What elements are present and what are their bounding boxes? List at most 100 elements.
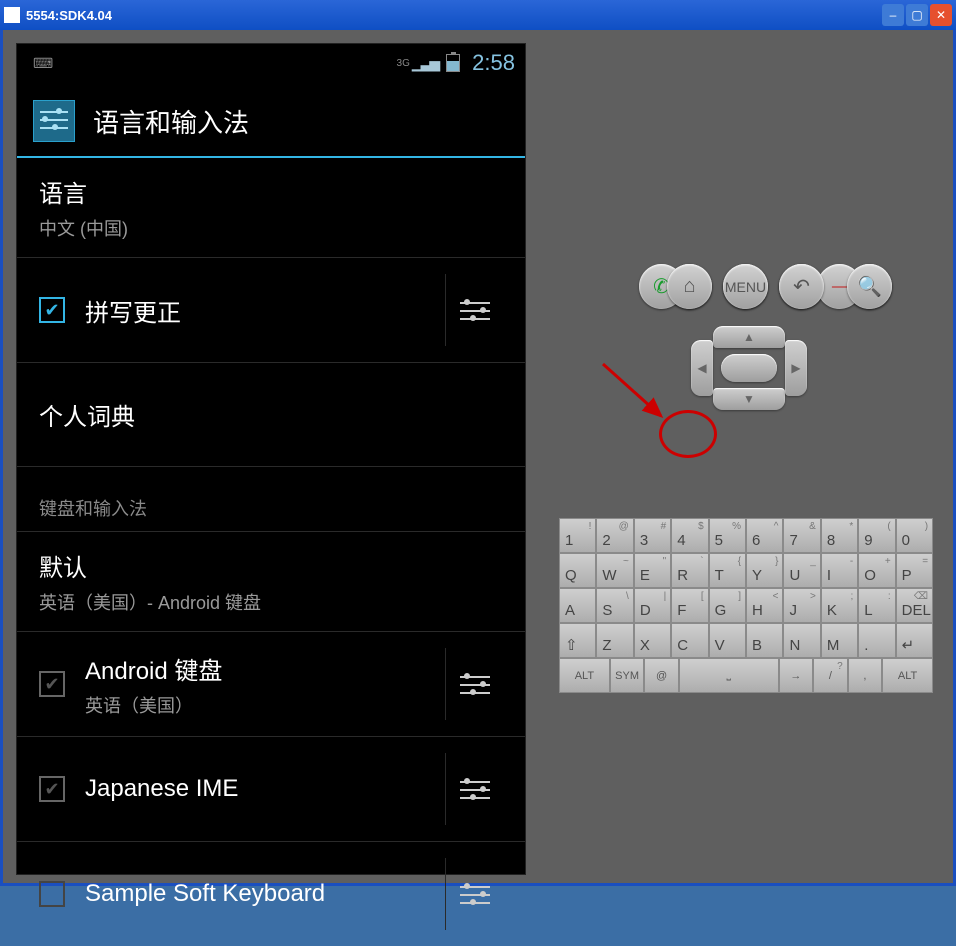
key-del[interactable]: DEL⌫ xyxy=(896,588,933,623)
home-button[interactable]: ⌂ xyxy=(667,264,712,309)
settings-list: 语言 中文 (中国) 拼写更正 个人词典 键盘和输入法 默认 英语（美国）- A… xyxy=(17,158,525,946)
settings-sliders-button[interactable] xyxy=(445,753,503,825)
checkbox-japanese-ime[interactable] xyxy=(39,776,65,802)
key-6[interactable]: 6^ xyxy=(746,518,783,553)
hardware-keyboard: 1!2@3#4$5%6^7&8*9(0) QW~E"R`T{Y}U_I-O+P=… xyxy=(559,518,933,693)
key-a[interactable]: A xyxy=(559,588,596,623)
key-2[interactable]: 2@ xyxy=(596,518,633,553)
key-m[interactable]: M xyxy=(821,623,858,658)
key-right-arrow[interactable]: → xyxy=(779,658,814,693)
dpad-down[interactable]: ▼ xyxy=(713,388,785,410)
row-personal-dict[interactable]: 个人词典 xyxy=(17,363,525,467)
key-↵[interactable]: ↵ xyxy=(896,623,933,658)
dpad-up[interactable]: ▲ xyxy=(713,326,785,348)
key-d[interactable]: D| xyxy=(634,588,671,623)
key-x[interactable]: X xyxy=(634,623,671,658)
key-g[interactable]: G] xyxy=(709,588,746,623)
status-bar[interactable]: ⌨ 3G ▁▃▅ 2:58 xyxy=(17,44,525,82)
close-button[interactable]: ✕ xyxy=(930,4,952,26)
key-0[interactable]: 0) xyxy=(896,518,933,553)
row-japanese-ime[interactable]: Japanese IME xyxy=(17,737,525,842)
key-l[interactable]: L: xyxy=(858,588,895,623)
key-⇧[interactable]: ⇧ xyxy=(559,623,596,658)
settings-sliders-button[interactable] xyxy=(445,274,503,346)
row-android-keyboard-sub: 英语（美国） xyxy=(85,692,445,718)
search-button[interactable]: 🔍 xyxy=(847,264,892,309)
key-z[interactable]: Z xyxy=(596,623,633,658)
key-sym[interactable]: SYM xyxy=(610,658,645,693)
key-.[interactable]: . xyxy=(858,623,895,658)
clock: 2:58 xyxy=(472,50,515,76)
key-4[interactable]: 4$ xyxy=(671,518,708,553)
key-1[interactable]: 1! xyxy=(559,518,596,553)
key-f[interactable]: F[ xyxy=(671,588,708,623)
maximize-button[interactable]: ▢ xyxy=(906,4,928,26)
notification-keyboard-icon: ⌨ xyxy=(33,55,53,72)
key-j[interactable]: J> xyxy=(783,588,820,623)
window-title: 5554:SDK4.04 xyxy=(26,8,880,23)
key-k[interactable]: K; xyxy=(821,588,858,623)
key-e[interactable]: E" xyxy=(634,553,671,588)
row-language-sub: 中文 (中国) xyxy=(39,215,503,241)
dpad-right[interactable]: ▶ xyxy=(785,340,807,396)
key-alt-left[interactable]: ALT xyxy=(559,658,610,693)
settings-header[interactable]: 语言和输入法 xyxy=(17,82,525,158)
key-n[interactable]: N xyxy=(783,623,820,658)
settings-sliders-button[interactable] xyxy=(445,648,503,720)
key-r[interactable]: R` xyxy=(671,553,708,588)
sliders-icon xyxy=(460,673,490,695)
dpad-center[interactable] xyxy=(721,354,777,382)
key-slash[interactable]: /? xyxy=(813,658,848,693)
key-p[interactable]: P= xyxy=(896,553,933,588)
row-android-keyboard[interactable]: Android 键盘 英语（美国） xyxy=(17,632,525,737)
settings-icon xyxy=(33,100,75,142)
key-9[interactable]: 9( xyxy=(858,518,895,553)
key-h[interactable]: H< xyxy=(746,588,783,623)
page-title: 语言和输入法 xyxy=(93,103,249,140)
key-q[interactable]: Q xyxy=(559,553,596,588)
key-space[interactable]: ⎵ xyxy=(679,658,779,693)
checkbox-spellcheck[interactable] xyxy=(39,297,65,323)
key-v[interactable]: V xyxy=(709,623,746,658)
key-y[interactable]: Y} xyxy=(746,553,783,588)
key-t[interactable]: T{ xyxy=(709,553,746,588)
app-icon xyxy=(4,7,20,23)
search-icon: 🔍 xyxy=(857,274,882,299)
row-default[interactable]: 默认 英语（美国）- Android 键盘 xyxy=(17,532,525,632)
key-c[interactable]: C xyxy=(671,623,708,658)
key-u[interactable]: U_ xyxy=(783,553,820,588)
row-language[interactable]: 语言 中文 (中国) xyxy=(17,158,525,258)
row-sample-softkbd[interactable]: Sample Soft Keyboard xyxy=(17,842,525,946)
key-i[interactable]: I- xyxy=(821,553,858,588)
row-spellcheck[interactable]: 拼写更正 xyxy=(17,258,525,363)
menu-label: MENU xyxy=(725,279,766,295)
key-at[interactable]: @ xyxy=(644,658,679,693)
key-o[interactable]: O+ xyxy=(858,553,895,588)
battery-icon xyxy=(446,54,460,72)
checkbox-android-keyboard[interactable] xyxy=(39,671,65,697)
sliders-icon xyxy=(460,299,490,321)
row-sample-title: Sample Soft Keyboard xyxy=(85,880,445,908)
back-button[interactable]: ↶ xyxy=(779,264,824,309)
key-7[interactable]: 7& xyxy=(783,518,820,553)
minimize-button[interactable]: – xyxy=(882,4,904,26)
key-3[interactable]: 3# xyxy=(634,518,671,553)
menu-button[interactable]: MENU xyxy=(723,264,768,309)
key-comma[interactable]: , xyxy=(848,658,883,693)
network-type: 3G xyxy=(397,58,410,69)
key-s[interactable]: S\ xyxy=(596,588,633,623)
key-b[interactable]: B xyxy=(746,623,783,658)
annotation-arrow xyxy=(603,364,673,424)
key-alt-right[interactable]: ALT xyxy=(882,658,933,693)
dpad-left[interactable]: ◀ xyxy=(691,340,713,396)
back-icon: ↶ xyxy=(793,274,810,299)
category-keyboard: 键盘和输入法 xyxy=(17,467,525,532)
key-w[interactable]: W~ xyxy=(596,553,633,588)
key-5[interactable]: 5% xyxy=(709,518,746,553)
key-8[interactable]: 8* xyxy=(821,518,858,553)
dpad: ▲ ▼ ◀ ▶ xyxy=(691,326,807,410)
checkbox-sample-softkbd[interactable] xyxy=(39,881,65,907)
row-spellcheck-title: 拼写更正 xyxy=(85,293,445,328)
sliders-icon xyxy=(460,883,490,905)
settings-sliders-button[interactable] xyxy=(445,858,503,930)
